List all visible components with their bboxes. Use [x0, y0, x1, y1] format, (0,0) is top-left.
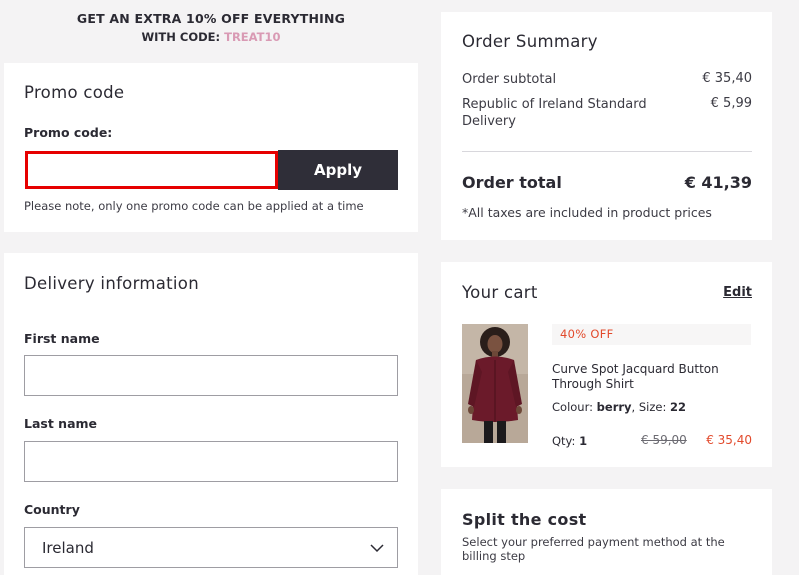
colour-value: berry [596, 400, 632, 414]
tax-note: *All taxes are included in product price… [462, 205, 712, 220]
split-the-cost-card: Split the cost Select your preferred pay… [441, 489, 772, 575]
subtotal-label: Order subtotal [462, 72, 557, 87]
promo-code-card: Promo code Promo code: Apply Please note… [4, 63, 418, 232]
apply-button[interactable]: Apply [278, 150, 398, 190]
split-description: Select your preferred payment method at … [462, 535, 725, 563]
banner-line-1: GET AN EXTRA 10% OFF EVERYTHING [76, 11, 346, 26]
last-name-field[interactable] [24, 441, 398, 482]
edit-cart-link[interactable]: Edit [723, 285, 752, 300]
colour-label: Colour: [552, 400, 597, 414]
product-thumbnail[interactable] [462, 324, 528, 443]
product-image [462, 324, 528, 443]
discount-badge: 40% OFF [552, 324, 751, 345]
banner-prefix: WITH CODE: [141, 30, 225, 44]
first-name-field[interactable] [24, 355, 398, 396]
size-value: 22 [669, 400, 686, 414]
your-cart-card: Your cart Edit 40% OFF Curve Spot Jacqua… [441, 262, 772, 467]
delivery-title: Delivery information [24, 274, 199, 293]
shipping-value: € 5,99 [710, 96, 752, 111]
qty-value: 1 [579, 434, 588, 448]
chevron-down-icon [370, 544, 384, 553]
country-select[interactable]: Ireland [24, 527, 398, 568]
order-total-value: € 41,39 [684, 173, 752, 192]
last-name-label: Last name [24, 416, 98, 431]
size-label: , Size: [631, 400, 670, 414]
order-total-label: Order total [462, 173, 562, 192]
order-summary-card: Order Summary Order subtotal € 35,40 Rep… [441, 12, 772, 240]
country-label: Country [24, 502, 80, 517]
product-quantity: Qty: 1 [552, 434, 587, 448]
cart-title: Your cart [462, 283, 538, 302]
discount-badge-text: 40% OFF [560, 327, 614, 341]
shipping-label: Republic of Ireland Standard Delivery [462, 97, 647, 129]
product-attributes: Colour: berry, Size: 22 [552, 400, 686, 414]
order-total-row: Order total € 41,39 [462, 173, 752, 192]
subtotal-value: € 35,40 [702, 71, 752, 86]
promo-title: Promo code [24, 83, 125, 102]
original-price: € 59,00 [641, 433, 687, 447]
promo-label: Promo code: [24, 125, 113, 140]
sale-price: € 35,40 [706, 433, 752, 447]
summary-divider [462, 151, 752, 152]
first-name-label: First name [24, 331, 100, 346]
qty-label: Qty: [552, 434, 580, 448]
banner-code: TREAT10 [224, 30, 281, 44]
summary-title: Order Summary [462, 32, 598, 51]
country-value: Ireland [42, 539, 94, 557]
promo-banner: GET AN EXTRA 10% OFF EVERYTHING WITH COD… [4, 0, 418, 56]
delivery-information-card: Delivery information First name Last nam… [4, 253, 418, 575]
product-name[interactable]: Curve Spot Jacquard Button Through Shirt [552, 362, 751, 392]
banner-line-2: WITH CODE: TREAT10 [4, 30, 418, 44]
split-title: Split the cost [462, 510, 587, 529]
promo-code-input[interactable] [25, 151, 278, 189]
promo-note: Please note, only one promo code can be … [24, 199, 364, 213]
